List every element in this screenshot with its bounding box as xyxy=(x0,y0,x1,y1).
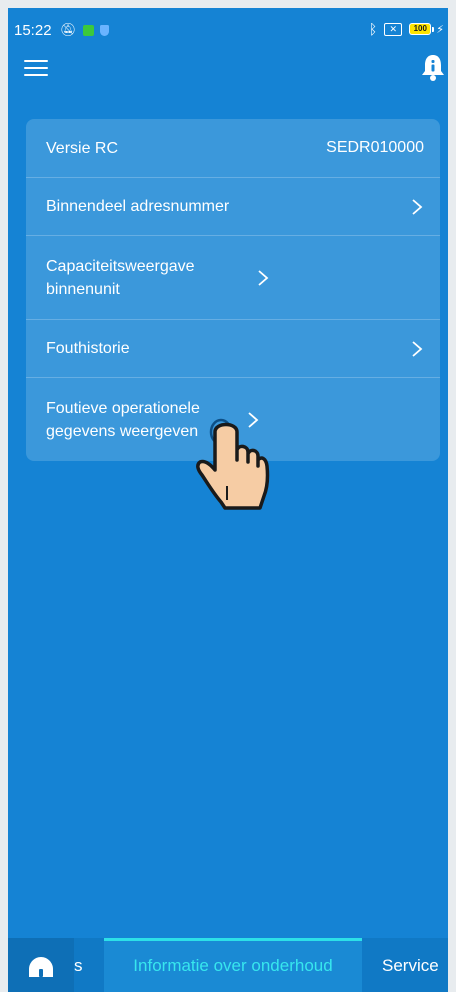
battery-icon: 100 ⚡︎ xyxy=(409,23,444,36)
hamburger-menu-icon[interactable] xyxy=(24,60,48,78)
tab-home[interactable] xyxy=(8,938,74,992)
mute-icon: 🔕︎ xyxy=(60,22,77,37)
tap-hand-pointer-icon xyxy=(196,418,270,510)
menu-item-label: Versie RC xyxy=(46,139,119,157)
bluetooth-icon: ᛒ xyxy=(368,21,378,37)
tab-service[interactable]: Service xyxy=(382,956,439,976)
menu-item-binnendeel-adresnummer[interactable]: Binnendeel adresnummer xyxy=(26,178,440,236)
tab-partial[interactable]: s xyxy=(74,956,83,976)
chevron-right-icon xyxy=(412,340,423,357)
status-time: 15:22 xyxy=(14,22,52,39)
status-left-icons: 🔕︎ xyxy=(60,22,109,38)
menu-item-versie-rc: Versie RC SEDR010000 xyxy=(26,119,440,178)
bottom-tab-bar: s Informatie over onderhoud Service xyxy=(8,938,448,992)
menu-item-value: SEDR010000 xyxy=(326,139,424,156)
menu-item-capaciteitsweergave[interactable]: Capaciteitsweergave binnenunit xyxy=(26,236,440,320)
shield-icon xyxy=(99,24,109,36)
menu-item-label: Fouthistorie xyxy=(46,340,130,357)
home-icon xyxy=(29,957,53,977)
sim-x-icon: ✕ xyxy=(384,22,403,36)
chevron-right-icon xyxy=(258,269,269,286)
menu-item-fouthistorie[interactable]: Fouthistorie xyxy=(26,320,440,378)
tab-informatie-over-onderhoud[interactable]: Informatie over onderhoud xyxy=(104,938,362,992)
menu-item-label: Binnendeel adresnummer xyxy=(46,198,230,215)
app-screen: 15:22 🔕︎ ᛒ ✕ 100 ⚡︎ Versie RC SEDR010000… xyxy=(8,8,448,992)
status-right-icons: ᛒ ✕ 100 ⚡︎ xyxy=(369,21,444,37)
green-app-icon xyxy=(82,24,94,36)
menu-item-label: Capaciteitsweergave binnenunit xyxy=(46,257,195,298)
bell-icon[interactable] xyxy=(418,52,448,82)
status-bar: 15:22 🔕︎ ᛒ ✕ 100 ⚡︎ xyxy=(8,8,448,46)
charging-icon: ⚡︎ xyxy=(436,23,444,36)
chevron-right-icon xyxy=(412,198,423,215)
battery-level: 100 xyxy=(413,24,427,33)
